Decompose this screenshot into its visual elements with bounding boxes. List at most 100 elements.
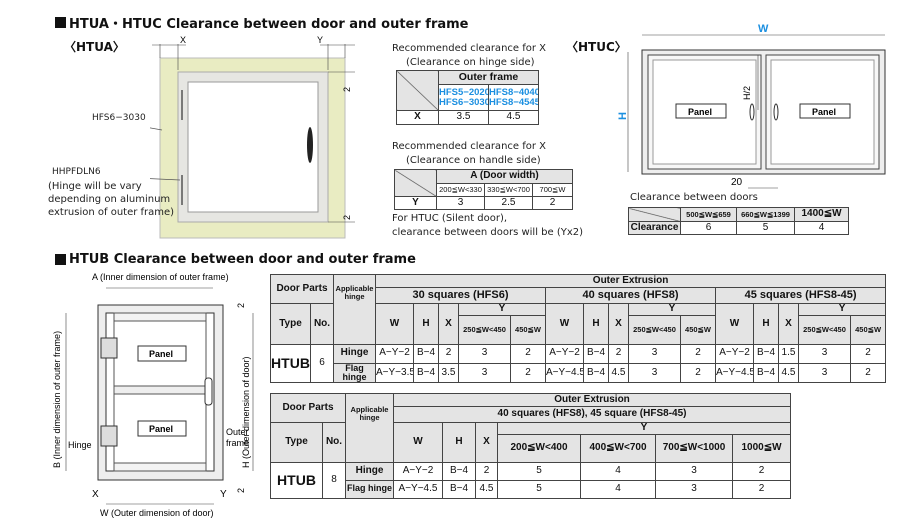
table-cell: B−4 — [583, 362, 609, 384]
table-cell: W — [715, 303, 754, 345]
table-row: Flag hinge A−Y−4.5 B−4 4.5 5 4 3 2 — [271, 479, 792, 499]
dim-w: W (Outer dimension of door) — [100, 508, 214, 518]
table-cell: 2 — [608, 343, 629, 364]
section-title-htub: HTUB Clearance between door and outer fr… — [55, 252, 416, 267]
table-cell: Applicable hinge — [333, 274, 376, 345]
table-cell: Outer Extrusion — [374, 274, 887, 288]
dim-w: W — [758, 23, 769, 35]
table-cell: B−4 — [413, 362, 439, 384]
hinge-icon — [100, 425, 118, 447]
table-cell: 8 — [322, 461, 346, 499]
htub-8-table: Door Parts Applicable hinge Outer Extrusion… — [270, 393, 792, 499]
table-row: Flag hinge A−Y−3.5 B−4 3.5 3 2 A−Y−4.5 B−4 4.5 3 2… — [271, 362, 887, 384]
table-cell: Type — [270, 303, 311, 345]
table-cell: 4.5 — [475, 479, 498, 499]
hinge-side-table: Outer frame HFS5−2020 HFS6−3030 HFS8−4040 H… — [396, 70, 539, 125]
table-cell: A−Y−2 — [375, 343, 414, 364]
table-cell: 2 — [680, 362, 716, 384]
table-cell: 4 — [580, 461, 656, 481]
table-cell: 1400≦W — [794, 207, 849, 222]
table-cell: Flag hinge — [345, 479, 394, 499]
table-cell: A (Door width) — [436, 169, 573, 184]
table-cell: A−Y−4.5 — [393, 479, 443, 499]
panel-top: Panel — [149, 349, 173, 359]
table-cell: 2 — [849, 362, 887, 384]
hinge-note: (Hinge will be vary depending on aluminum… — [48, 181, 175, 218]
table-cell: H — [583, 303, 609, 345]
handle-icon — [204, 377, 213, 406]
table-cell: 500≦W≦659 — [680, 207, 737, 222]
htub-diagram: A (Inner dimension of outer frame) Panel… — [52, 272, 254, 518]
table-cell: 250≦W<450 — [798, 314, 851, 345]
bullet-square-icon — [55, 17, 66, 28]
table-cell: 40 squares (HFS8), 45 square (HFS8-45) — [392, 406, 792, 423]
htua-diagram: X Y 2 2 — [150, 35, 355, 239]
dim-gap: 20 — [731, 177, 743, 188]
table-cell: 5 — [497, 479, 581, 499]
htub-6-table: Door Parts Applicable hinge Outer Extrusion… — [270, 274, 887, 384]
outer-frame-label: Outer — [226, 427, 249, 437]
table-cell: 450≦W — [849, 314, 887, 345]
table-cell: 400≦W<700 — [580, 433, 656, 463]
table-cell: 40 squares (HFS8) — [545, 287, 716, 304]
table-row: HTUB 8 Hinge A−Y−2 B−4 2 5 4 3 2 — [270, 461, 792, 499]
frame-callout: HFS6−3030 — [92, 113, 146, 123]
table-cell: 2 — [510, 362, 546, 384]
table-cell: HTUB — [270, 461, 323, 499]
table-cell: 2 — [731, 461, 792, 481]
table-cell: A−Y−2 — [715, 343, 754, 364]
dim-2-bottom: 2 — [342, 215, 352, 220]
outer-frame-label: frame — [226, 438, 249, 448]
table-cell: 4 — [580, 479, 656, 499]
table-cell: Y — [797, 303, 887, 316]
doors-clearance-table: 500≦W≦659 660≦W≦1399 1400≦W Clearance 6 5 4 — [628, 207, 849, 235]
table-cell — [394, 169, 437, 197]
table-cell: X — [475, 422, 498, 463]
table-cell: Hinge — [345, 461, 394, 481]
table-cell: X — [608, 303, 629, 345]
htuc-note: For HTUC (Silent door), clearance between… — [392, 213, 584, 238]
table-cell: B−4 — [442, 479, 476, 499]
table-cell: Y — [458, 303, 546, 316]
table-cell: 3 — [458, 343, 511, 364]
dim-2-top: 2 — [236, 303, 246, 308]
hinge-label: Hinge — [68, 440, 92, 450]
table-cell: 2.5 — [484, 196, 533, 210]
table-cell: W — [393, 422, 443, 463]
table-cell: B−4 — [753, 362, 779, 384]
table-cell: 3 — [798, 362, 851, 384]
table-cell: 2 — [849, 343, 887, 364]
table-cell: X — [438, 303, 459, 345]
table-cell: 200≦W<330 — [436, 183, 485, 197]
table-cell: 2 — [731, 479, 792, 499]
table-cell: 2 — [475, 461, 498, 481]
table-cell: Outer Extrusion — [392, 393, 792, 407]
table-cell: HFS8−4040 HFS8−4545 — [488, 84, 539, 111]
bullet-square-icon — [55, 254, 66, 265]
table-cell: Y — [628, 303, 716, 316]
dim-x: X — [180, 35, 186, 45]
dim-y: Y — [220, 489, 227, 500]
table-cell: 2 — [532, 196, 573, 210]
table-cell: 4.5 — [608, 362, 629, 384]
table-cell: 5 — [497, 461, 581, 481]
table-cell: 200≦W<400 — [497, 433, 581, 463]
doors-table-caption: Clearance between doors — [630, 192, 758, 203]
table-cell — [396, 70, 439, 111]
table-cell: A−Y−2 — [393, 461, 443, 481]
hinge-callout: HHPFDLN6 — [52, 167, 101, 177]
table-cell: 330≦W<700 — [484, 183, 533, 197]
panel-left: Panel — [688, 107, 712, 117]
table-cell: 5 — [736, 221, 795, 235]
dim-2-top: 2 — [342, 87, 352, 92]
table-cell: 3 — [628, 362, 681, 384]
table-cell: 3.5 — [438, 362, 459, 384]
table-cell: 660≦W≦1399 — [736, 207, 795, 222]
dim-a: A (Inner dimension of outer frame) — [92, 272, 229, 282]
htuc-diagram: W H Panel Panel H/2 20 — [617, 23, 886, 189]
dim-2-bottom: 2 — [236, 488, 246, 493]
table-cell: B−4 — [442, 461, 476, 481]
table-cell: A−Y−2 — [545, 343, 584, 364]
table-cell: 3 — [798, 343, 851, 364]
dim-h2: H/2 — [742, 86, 752, 100]
